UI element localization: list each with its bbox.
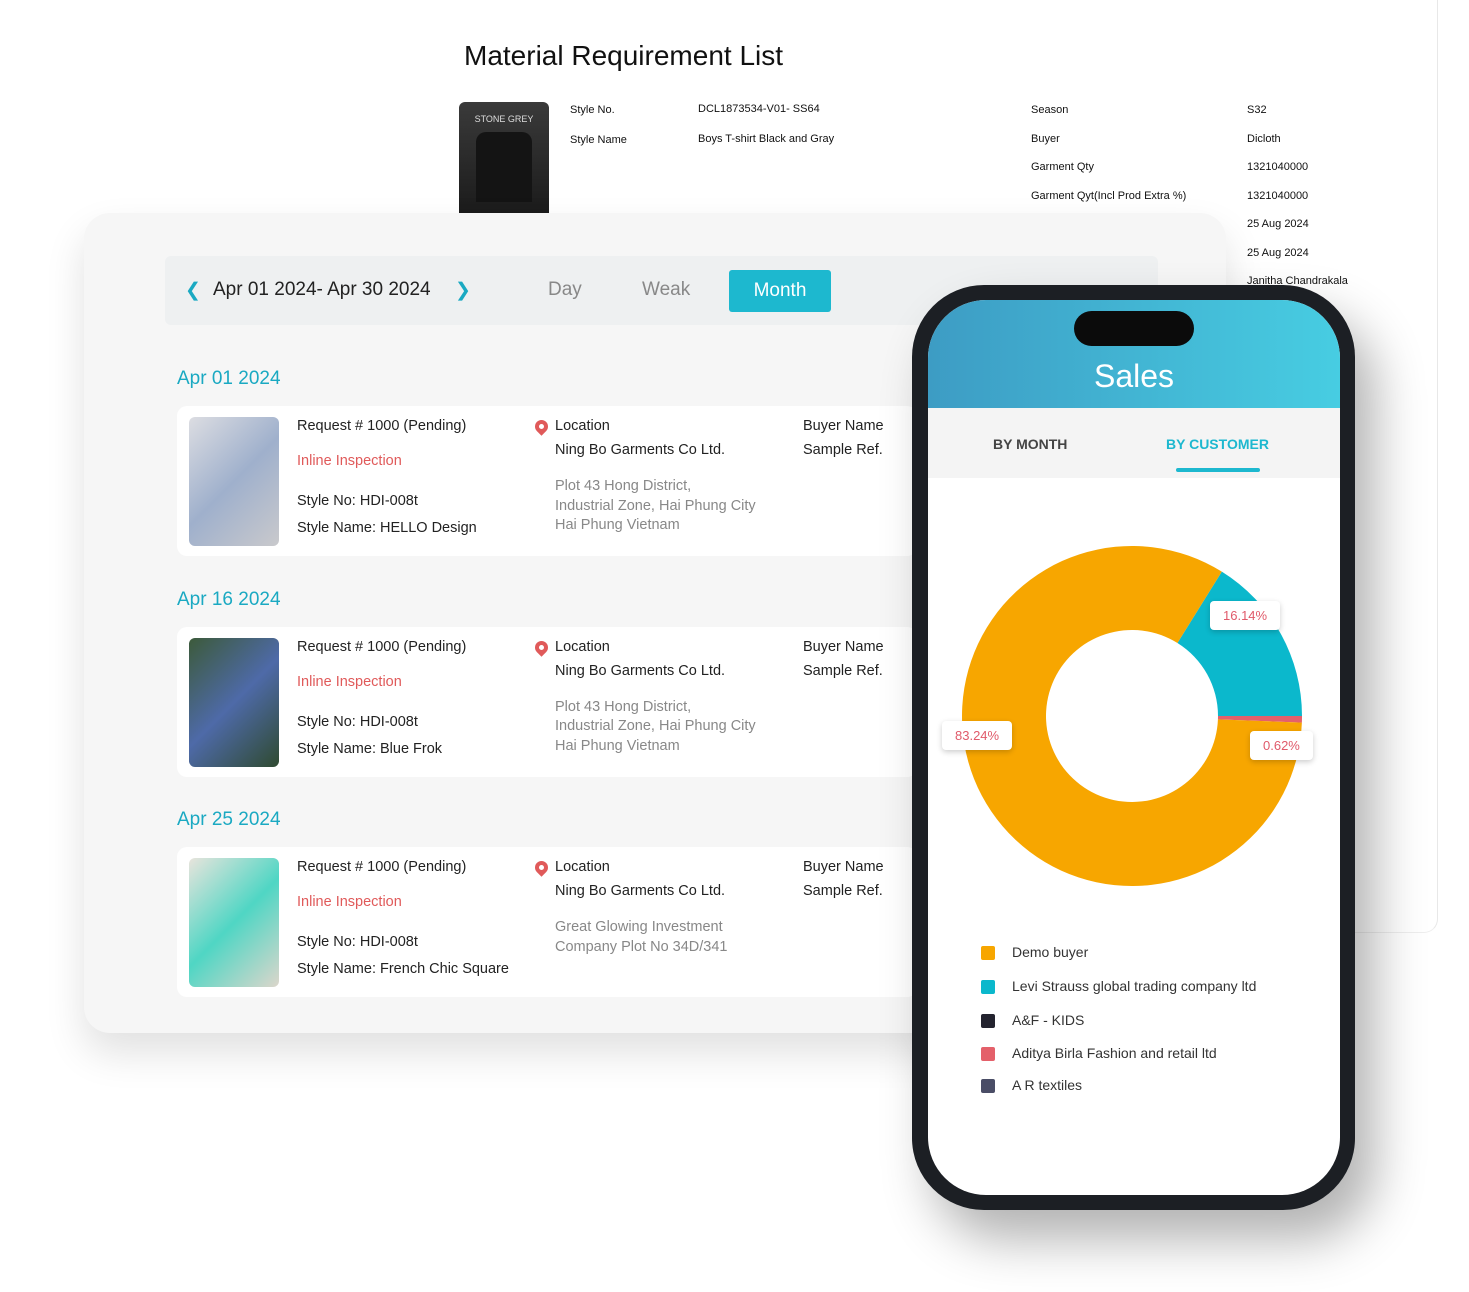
address-line: Plot 43 Hong District,	[555, 698, 692, 715]
location-label: Location	[555, 638, 610, 655]
legend-item: A R textiles	[981, 1077, 1083, 1094]
field-value: 25 Aug 2024	[1247, 246, 1309, 259]
legend-swatch	[981, 1014, 995, 1029]
phone-screen: Sales BY MONTH BY CUSTOMER 83.24% 16.14% 0…	[928, 300, 1340, 1195]
tab-day[interactable]: Day	[548, 279, 582, 301]
field-value: DCL1873534-V01- SS64	[698, 103, 820, 115]
location-pin-icon	[532, 858, 551, 877]
address-line: Plot 43 Hong District,	[555, 478, 692, 494]
tshirt-image	[476, 132, 532, 202]
product-photo	[189, 417, 279, 546]
product-thumbnail: STONE GREY	[459, 102, 549, 214]
legend-label: Demo buyer	[1012, 944, 1089, 960]
legend-swatch	[981, 946, 995, 961]
field-label: Garment Qyt(Incl Prod Extra %)	[1031, 189, 1187, 202]
legend-swatch	[981, 1047, 995, 1062]
style-name: Style Name: HELLO Design	[297, 520, 477, 536]
style-name: Style Name: Blue Frok	[297, 740, 443, 757]
next-range-icon[interactable]: ❯	[455, 279, 471, 302]
company-name: Ning Bo Garments Co Ltd.	[555, 442, 726, 458]
sample-ref: Sample Ref.	[803, 883, 883, 899]
address-line: Great Glowing Investment	[555, 919, 723, 935]
field-value: 1321040000	[1247, 161, 1309, 173]
field-value: S32	[1247, 104, 1267, 116]
field-label: Style Name	[570, 134, 627, 146]
prev-range-icon[interactable]: ❮	[185, 279, 201, 302]
request-number: Request # 1000 (Pending)	[297, 638, 467, 655]
date-heading: Apr 01 2024	[177, 368, 281, 389]
date-range: Apr 01 2024- Apr 30 2024	[213, 279, 431, 300]
tab-month[interactable]: Month	[729, 270, 831, 312]
buyer-name: Buyer Name	[803, 638, 884, 655]
company-name: Ning Bo Garments Co Ltd.	[555, 662, 726, 679]
inspection-type[interactable]: Inline Inspection	[297, 453, 402, 469]
legend-swatch	[981, 1079, 995, 1094]
request-number: Request # 1000 (Pending)	[297, 418, 467, 434]
legend-item: A&F - KIDS	[981, 1012, 1085, 1029]
sample-ref: Sample Ref.	[803, 662, 883, 679]
slice-percent-label: 0.62%	[1250, 731, 1313, 760]
field-label: Season	[1031, 104, 1069, 116]
style-no: Style No: HDI-008t	[297, 934, 418, 950]
legend-item: Demo buyer	[981, 944, 1089, 961]
buyer-name: Buyer Name	[803, 859, 884, 875]
inspection-row[interactable]: Request # 1000 (Pending) Inline Inspectio…	[177, 406, 917, 556]
thumbnail-label: STONE GREY	[474, 114, 534, 124]
request-number: Request # 1000 (Pending)	[297, 859, 467, 875]
location-pin-icon	[532, 417, 551, 436]
product-photo	[189, 858, 279, 987]
sample-ref: Sample Ref.	[803, 442, 883, 458]
legend-item: Levi Strauss global trading company ltd	[981, 978, 1257, 995]
location-label: Location	[555, 418, 610, 434]
field-value: Dicloth	[1247, 132, 1281, 145]
inspection-type[interactable]: Inline Inspection	[297, 894, 402, 910]
slice-percent-label: 16.14%	[1210, 601, 1281, 630]
inspection-row[interactable]: Request # 1000 (Pending) Inline Inspectio…	[177, 847, 917, 997]
legend-label: Levi Strauss global trading company ltd	[1012, 978, 1257, 994]
style-no: Style No: HDI-008t	[297, 713, 418, 730]
address-line: Hai Phung Vietnam	[555, 737, 680, 754]
legend-label: A R textiles	[1012, 1077, 1083, 1093]
field-label: Garment Qty	[1031, 161, 1094, 173]
document-title: Material Requirement List	[464, 40, 784, 71]
field-value: 25 Aug 2024	[1247, 218, 1309, 230]
inspection-row[interactable]: Request # 1000 (Pending) Inline Inspectio…	[177, 626, 917, 777]
address-line: Company Plot No 34D/341	[555, 938, 728, 955]
style-name: Style Name: French Chic Square	[297, 961, 509, 977]
legend-label: A&F - KIDS	[1012, 1012, 1085, 1028]
location-label: Location	[555, 859, 610, 875]
address-line: Industrial Zone, Hai Phung City	[555, 718, 756, 734]
legend-label: Aditya Birla Fashion and retail ltd	[1012, 1045, 1217, 1061]
buyer-name: Buyer Name	[803, 418, 884, 434]
address-line: Industrial Zone, Hai Phung City	[555, 497, 756, 514]
address-line: Hai Phung Vietnam	[555, 517, 680, 533]
style-no: Style No: HDI-008t	[297, 493, 418, 509]
date-heading: Apr 25 2024	[177, 809, 281, 830]
legend-swatch	[981, 980, 995, 995]
company-name: Ning Bo Garments Co Ltd.	[555, 883, 726, 899]
date-heading: Apr 16 2024	[177, 588, 281, 610]
field-label: Style No.	[570, 104, 615, 116]
field-value: Boys T-shirt Black and Gray	[698, 133, 835, 145]
inspection-type[interactable]: Inline Inspection	[297, 674, 402, 690]
location-pin-icon	[532, 637, 551, 657]
field-value: 1321040000	[1247, 189, 1309, 202]
product-photo	[189, 637, 279, 767]
slice-percent-label: 83.24%	[942, 721, 1013, 750]
tab-week[interactable]: Weak	[642, 279, 690, 301]
legend-item: Aditya Birla Fashion and retail ltd	[981, 1045, 1217, 1062]
field-label: Buyer	[1031, 132, 1060, 145]
